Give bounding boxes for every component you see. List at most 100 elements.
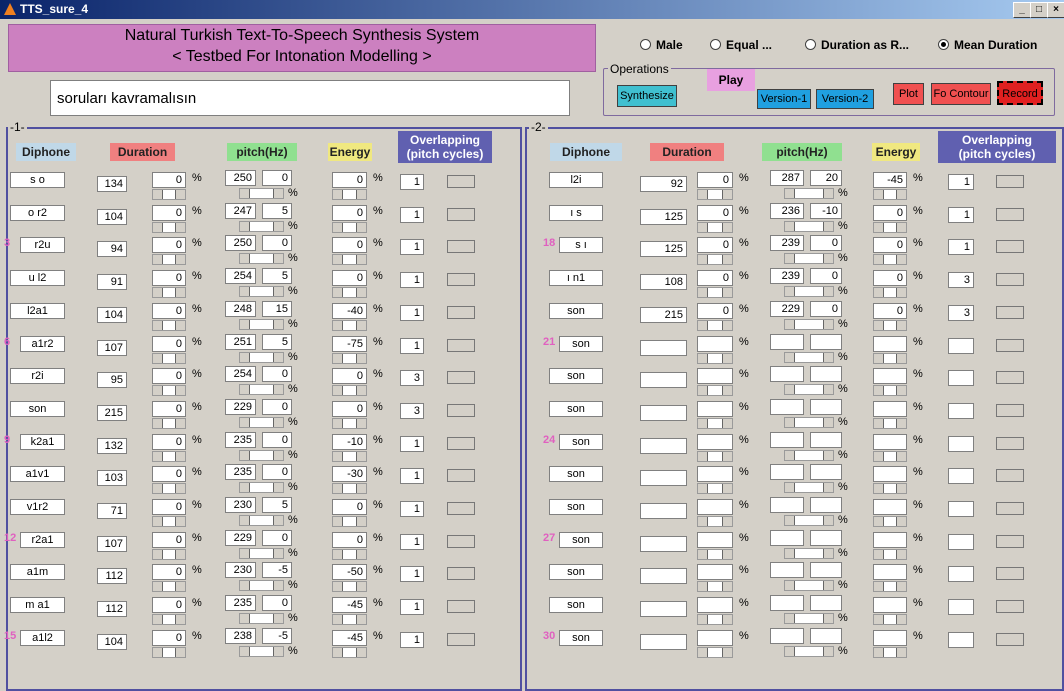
duration-slider[interactable] <box>697 287 733 299</box>
overlap-cell[interactable] <box>948 435 974 452</box>
duration-delta-cell[interactable]: 0 <box>152 270 186 287</box>
duration-delta-cell[interactable]: 0 <box>697 172 733 188</box>
duration-slider[interactable] <box>152 189 186 200</box>
overlap-stepper[interactable] <box>447 600 475 614</box>
duration-slider[interactable] <box>152 548 186 560</box>
overlap-stepper[interactable] <box>996 175 1024 188</box>
overlap-cell[interactable] <box>948 468 974 485</box>
pitch-delta-cell[interactable]: 20 <box>810 170 842 186</box>
duration-cell[interactable] <box>640 535 687 552</box>
pitch-base-cell[interactable] <box>770 431 804 448</box>
duration-delta-cell[interactable] <box>697 368 733 385</box>
duration-slider[interactable] <box>152 287 186 299</box>
pitch-delta-cell[interactable] <box>810 497 842 513</box>
duration-cell[interactable] <box>640 503 687 519</box>
pitch-slider[interactable] <box>784 515 834 526</box>
energy-slider[interactable] <box>873 221 907 233</box>
energy-slider[interactable] <box>873 646 907 658</box>
duration-cell[interactable]: 134 <box>97 176 127 192</box>
duration-cell[interactable] <box>640 437 687 454</box>
pitch-delta-cell[interactable]: -10 <box>810 202 842 219</box>
duration-cell[interactable]: 125 <box>640 241 687 258</box>
duration-slider[interactable] <box>152 646 186 658</box>
duration-delta-cell[interactable] <box>697 335 733 352</box>
pitch-slider[interactable] <box>784 482 834 494</box>
duration-cell[interactable]: 215 <box>97 404 127 421</box>
plot-button[interactable]: Plot <box>893 83 924 105</box>
diphone-cell[interactable]: l2i <box>549 172 603 188</box>
overlap-stepper[interactable] <box>996 534 1024 548</box>
energy-cell[interactable]: -45 <box>332 629 367 646</box>
pitch-base-cell[interactable]: 239 <box>770 235 804 252</box>
pitch-base-cell[interactable]: 287 <box>770 170 804 186</box>
pitch-slider[interactable] <box>239 220 284 232</box>
pitch-delta-cell[interactable]: 0 <box>262 366 292 383</box>
overlap-cell[interactable]: 1 <box>400 501 424 517</box>
energy-cell[interactable]: 0 <box>332 531 367 548</box>
overlap-stepper[interactable] <box>447 403 475 417</box>
pitch-base-cell[interactable]: 250 <box>225 235 256 252</box>
overlap-cell[interactable]: 1 <box>948 239 974 256</box>
pitch-base-cell[interactable] <box>770 627 804 644</box>
duration-delta-cell[interactable]: 0 <box>152 466 186 483</box>
energy-cell[interactable]: 0 <box>332 237 367 254</box>
duration-delta-cell[interactable]: 0 <box>152 302 186 319</box>
energy-cell[interactable]: -75 <box>332 335 367 352</box>
synthesize-button[interactable]: Synthesize <box>617 85 677 107</box>
pitch-slider[interactable] <box>239 613 284 625</box>
overlap-stepper[interactable] <box>447 175 475 188</box>
diphone-cell[interactable]: son <box>549 368 603 385</box>
overlap-cell[interactable] <box>948 631 974 648</box>
pitch-base-cell[interactable]: 229 <box>225 529 256 546</box>
duration-slider[interactable] <box>697 483 733 495</box>
energy-cell[interactable] <box>873 499 907 515</box>
duration-slider[interactable] <box>697 352 733 364</box>
diphone-cell[interactable]: ı s <box>549 204 603 221</box>
pitch-base-cell[interactable]: 248 <box>225 300 256 317</box>
pitch-slider[interactable] <box>784 286 834 298</box>
overlap-cell[interactable]: 1 <box>400 304 424 321</box>
f0-contour-button[interactable]: Fo Contour <box>931 83 991 105</box>
duration-cell[interactable]: 108 <box>640 274 687 291</box>
duration-slider[interactable] <box>152 352 186 364</box>
duration-slider[interactable] <box>697 646 733 658</box>
duration-cell[interactable]: 91 <box>97 274 127 291</box>
overlap-stepper[interactable] <box>447 338 475 352</box>
overlap-stepper[interactable] <box>447 305 475 319</box>
pitch-delta-cell[interactable] <box>810 529 842 546</box>
duration-slider[interactable] <box>697 319 733 331</box>
duration-slider[interactable] <box>697 385 733 397</box>
pitch-base-cell[interactable] <box>770 366 804 383</box>
pitch-delta-cell[interactable]: 0 <box>262 398 292 415</box>
diphone-cell[interactable]: ı n1 <box>549 270 603 287</box>
duration-delta-cell[interactable] <box>697 531 733 548</box>
diphone-cell[interactable]: son <box>10 400 65 417</box>
overlap-cell[interactable] <box>948 566 974 583</box>
pitch-base-cell[interactable]: 254 <box>225 268 256 285</box>
duration-delta-cell[interactable] <box>697 564 733 581</box>
pitch-base-cell[interactable]: 247 <box>225 202 256 219</box>
overlap-stepper[interactable] <box>447 436 475 450</box>
overlap-cell[interactable] <box>948 370 974 387</box>
pitch-base-cell[interactable] <box>770 333 804 350</box>
overlap-stepper[interactable] <box>996 436 1024 450</box>
pitch-slider[interactable] <box>239 384 284 396</box>
pitch-delta-cell[interactable] <box>810 333 842 350</box>
pitch-base-cell[interactable] <box>770 398 804 415</box>
pitch-base-cell[interactable]: 236 <box>770 202 804 219</box>
overlap-cell[interactable] <box>948 501 974 517</box>
energy-cell[interactable]: 0 <box>332 270 367 287</box>
overlap-stepper[interactable] <box>447 273 475 287</box>
pitch-slider[interactable] <box>784 384 834 396</box>
pitch-delta-cell[interactable] <box>810 398 842 415</box>
duration-cell[interactable]: 107 <box>97 535 127 552</box>
diphone-cell[interactable]: son <box>559 335 603 352</box>
energy-cell[interactable]: -45 <box>873 172 907 188</box>
energy-slider[interactable] <box>332 189 367 200</box>
pitch-base-cell[interactable]: 239 <box>770 268 804 285</box>
overlap-stepper[interactable] <box>996 305 1024 319</box>
diphone-cell[interactable]: son <box>549 499 603 515</box>
duration-slider[interactable] <box>152 417 186 429</box>
overlap-stepper[interactable] <box>996 273 1024 287</box>
overlap-cell[interactable]: 1 <box>948 206 974 223</box>
